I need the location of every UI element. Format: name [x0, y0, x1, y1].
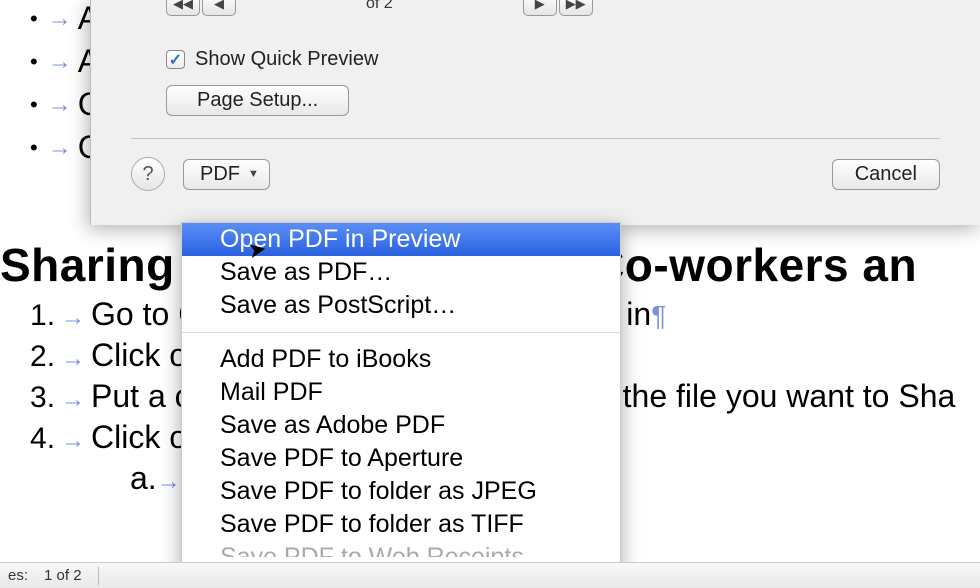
- pdf-dropdown-button[interactable]: PDF ▼: [183, 159, 270, 190]
- menu-item-save-as-postscript[interactable]: Save as PostScript…: [182, 289, 620, 322]
- cancel-button[interactable]: Cancel: [832, 159, 940, 190]
- status-label: es:: [8, 567, 28, 584]
- menu-item-partial[interactable]: Save PDF to Web Receipts Folder: [182, 541, 620, 557]
- show-preview-label: Show Quick Preview: [195, 48, 378, 71]
- prev-page-button[interactable]: ◀: [202, 0, 236, 16]
- status-divider: [98, 567, 99, 585]
- next-page-button[interactable]: ▶: [523, 0, 557, 16]
- tab-arrow-icon: →: [48, 5, 72, 33]
- status-page-count: 1 of 2: [44, 567, 82, 584]
- page-indicator: of 2: [366, 0, 393, 13]
- tab-arrow-icon: →: [48, 134, 72, 162]
- show-preview-checkbox[interactable]: ✓: [166, 50, 185, 69]
- menu-item-add-to-ibooks[interactable]: Add PDF to iBooks: [182, 343, 620, 376]
- menu-item-save-as-pdf[interactable]: Save as PDF…: [182, 256, 620, 289]
- pdf-dropdown-menu: Open PDF in Preview Save as PDF… Save as…: [181, 222, 621, 582]
- tab-arrow-icon: →: [48, 91, 72, 119]
- menu-item-mail-pdf[interactable]: Mail PDF: [182, 376, 620, 409]
- help-button[interactable]: ?: [131, 157, 165, 191]
- menu-item-save-adobe-pdf[interactable]: Save as Adobe PDF: [182, 409, 620, 442]
- page-setup-button[interactable]: Page Setup...: [166, 85, 349, 116]
- pilcrow-icon: ¶: [651, 300, 666, 332]
- status-bar: es: 1 of 2: [0, 562, 980, 588]
- menu-item-save-aperture[interactable]: Save PDF to Aperture: [182, 442, 620, 475]
- last-page-button[interactable]: ▶▶: [559, 0, 593, 16]
- first-page-button[interactable]: ◀◀: [166, 0, 200, 16]
- menu-item-save-jpeg[interactable]: Save PDF to folder as JPEG: [182, 475, 620, 508]
- menu-divider: [182, 332, 620, 333]
- menu-item-save-tiff[interactable]: Save PDF to folder as TIFF: [182, 508, 620, 541]
- print-dialog: ◀◀ ◀ of 2 ▶ ▶▶ ✓ Show Quick Preview Page…: [90, 0, 980, 225]
- tab-arrow-icon: →: [48, 48, 72, 76]
- chevron-down-icon: ▼: [248, 168, 259, 180]
